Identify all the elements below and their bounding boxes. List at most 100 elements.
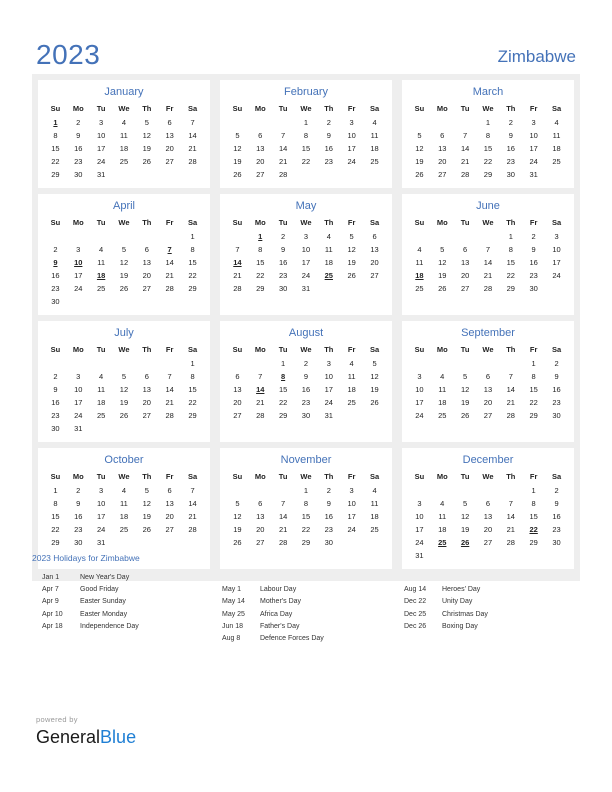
- day-cell[interactable]: 4: [113, 116, 136, 129]
- day-cell[interactable]: 24: [90, 155, 113, 168]
- day-cell[interactable]: 8: [477, 129, 500, 142]
- month-card-july[interactable]: July Su Mo Tu We Th Fr Sa 1 2 3 4 5 6 7 8 9 10 11 12 13 14 15…: [38, 321, 210, 442]
- day-cell[interactable]: 11: [363, 497, 386, 510]
- day-cell[interactable]: 25: [113, 523, 136, 536]
- day-cell[interactable]: 22: [44, 155, 67, 168]
- day-cell[interactable]: 16: [272, 256, 295, 269]
- day-cell[interactable]: 19: [431, 269, 454, 282]
- day-cell[interactable]: 9: [295, 370, 318, 383]
- day-cell[interactable]: 5: [226, 129, 249, 142]
- day-cell[interactable]: 10: [408, 510, 431, 523]
- day-cell[interactable]: 2: [44, 370, 67, 383]
- day-cell[interactable]: 15: [522, 383, 545, 396]
- day-cell[interactable]: 1: [295, 116, 318, 129]
- day-cell-holiday[interactable]: 14: [226, 256, 249, 269]
- day-cell[interactable]: 3: [340, 484, 363, 497]
- day-cell[interactable]: 11: [113, 497, 136, 510]
- day-cell[interactable]: 6: [226, 370, 249, 383]
- month-card-february[interactable]: February Su Mo Tu We Th Fr Sa 1 2 3 4 5 6 7 8 9 10 11 12 13…: [220, 80, 392, 188]
- day-cell[interactable]: 19: [226, 523, 249, 536]
- day-cell[interactable]: 19: [113, 269, 136, 282]
- day-cell-holiday[interactable]: 25: [431, 536, 454, 549]
- day-cell-holiday[interactable]: 25: [317, 269, 340, 282]
- day-cell[interactable]: 13: [249, 510, 272, 523]
- day-cell[interactable]: 3: [545, 230, 568, 243]
- day-cell[interactable]: 20: [363, 256, 386, 269]
- day-cell[interactable]: 17: [317, 383, 340, 396]
- day-cell[interactable]: 3: [67, 243, 90, 256]
- day-cell[interactable]: 16: [317, 510, 340, 523]
- day-cell[interactable]: 7: [249, 370, 272, 383]
- day-cell[interactable]: 27: [135, 282, 158, 295]
- day-cell[interactable]: 13: [431, 142, 454, 155]
- day-cell[interactable]: 17: [522, 142, 545, 155]
- day-cell[interactable]: 9: [272, 243, 295, 256]
- day-cell[interactable]: 10: [317, 370, 340, 383]
- day-cell[interactable]: 18: [340, 383, 363, 396]
- day-cell[interactable]: 19: [363, 383, 386, 396]
- day-cell-holiday[interactable]: 10: [67, 256, 90, 269]
- day-cell[interactable]: 30: [499, 168, 522, 181]
- day-cell[interactable]: 14: [181, 129, 204, 142]
- day-cell[interactable]: 21: [249, 396, 272, 409]
- day-cell[interactable]: 30: [44, 422, 67, 435]
- day-cell[interactable]: 7: [181, 116, 204, 129]
- day-cell-holiday[interactable]: 14: [249, 383, 272, 396]
- day-cell[interactable]: 3: [317, 357, 340, 370]
- day-cell[interactable]: 4: [408, 243, 431, 256]
- day-cell[interactable]: 16: [44, 269, 67, 282]
- day-cell[interactable]: 31: [522, 168, 545, 181]
- day-cell[interactable]: 30: [295, 409, 318, 422]
- day-cell[interactable]: 25: [363, 155, 386, 168]
- day-cell[interactable]: 3: [408, 370, 431, 383]
- day-cell-holiday[interactable]: 22: [522, 523, 545, 536]
- day-cell[interactable]: 6: [158, 484, 181, 497]
- day-cell[interactable]: 31: [317, 409, 340, 422]
- day-cell[interactable]: 26: [135, 155, 158, 168]
- day-cell[interactable]: 28: [272, 168, 295, 181]
- day-cell[interactable]: 4: [90, 243, 113, 256]
- day-cell[interactable]: 10: [90, 129, 113, 142]
- day-cell[interactable]: 30: [272, 282, 295, 295]
- day-cell[interactable]: 28: [454, 168, 477, 181]
- day-cell[interactable]: 20: [249, 155, 272, 168]
- day-cell[interactable]: 30: [545, 536, 568, 549]
- day-cell[interactable]: 16: [44, 396, 67, 409]
- day-cell[interactable]: 10: [545, 243, 568, 256]
- day-cell[interactable]: 12: [454, 383, 477, 396]
- day-cell[interactable]: 24: [90, 523, 113, 536]
- day-cell[interactable]: 20: [158, 510, 181, 523]
- day-cell[interactable]: 30: [317, 536, 340, 549]
- day-cell[interactable]: 2: [272, 230, 295, 243]
- day-cell[interactable]: 12: [113, 383, 136, 396]
- day-cell[interactable]: 21: [499, 523, 522, 536]
- day-cell[interactable]: 29: [44, 536, 67, 549]
- day-cell[interactable]: 9: [317, 129, 340, 142]
- day-cell[interactable]: 24: [295, 269, 318, 282]
- day-cell[interactable]: 28: [181, 155, 204, 168]
- day-cell[interactable]: 17: [67, 396, 90, 409]
- day-cell[interactable]: 15: [295, 142, 318, 155]
- day-cell[interactable]: 23: [317, 523, 340, 536]
- day-cell-holiday[interactable]: 7: [158, 243, 181, 256]
- day-cell[interactable]: 9: [44, 383, 67, 396]
- day-cell[interactable]: 30: [67, 168, 90, 181]
- day-cell[interactable]: 5: [363, 357, 386, 370]
- day-cell[interactable]: 16: [295, 383, 318, 396]
- day-cell-holiday[interactable]: 9: [44, 256, 67, 269]
- day-cell[interactable]: 11: [363, 129, 386, 142]
- day-cell[interactable]: 27: [454, 282, 477, 295]
- day-cell[interactable]: 26: [113, 409, 136, 422]
- day-cell[interactable]: 10: [522, 129, 545, 142]
- day-cell[interactable]: 9: [67, 497, 90, 510]
- day-cell[interactable]: 28: [158, 282, 181, 295]
- day-cell[interactable]: 29: [477, 168, 500, 181]
- day-cell[interactable]: 10: [67, 383, 90, 396]
- day-cell[interactable]: 14: [454, 142, 477, 155]
- day-cell[interactable]: 13: [454, 256, 477, 269]
- day-cell[interactable]: 20: [477, 396, 500, 409]
- day-cell[interactable]: 12: [135, 129, 158, 142]
- day-cell[interactable]: 11: [431, 510, 454, 523]
- day-cell[interactable]: 23: [317, 155, 340, 168]
- day-cell[interactable]: 24: [522, 155, 545, 168]
